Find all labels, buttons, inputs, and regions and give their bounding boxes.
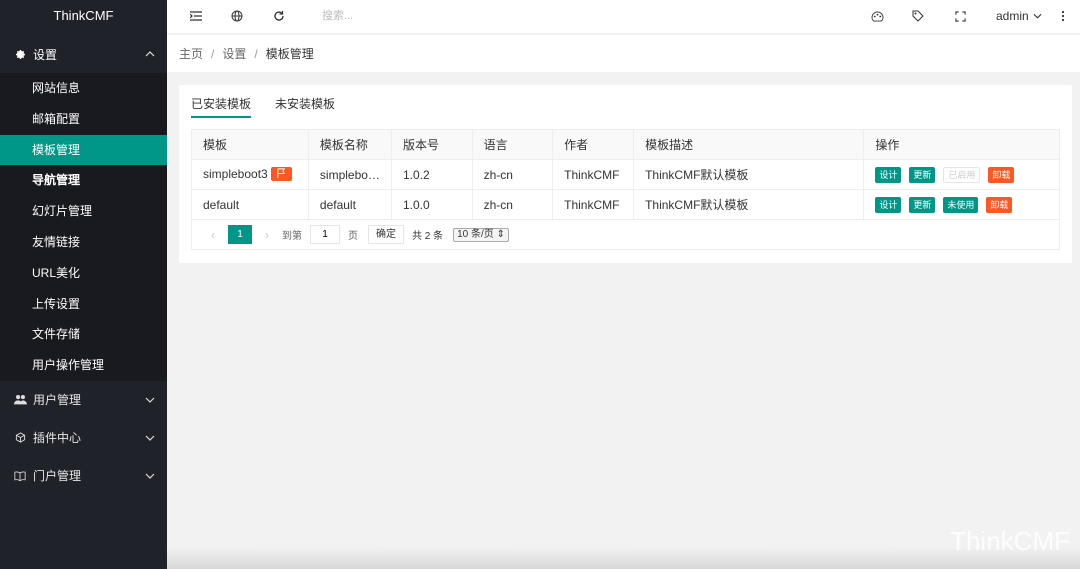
sidebar-item-upload[interactable]: 上传设置: [0, 289, 167, 320]
cell-name: simplebo…: [307, 159, 392, 190]
sidebar-item-templates[interactable]: 模板管理: [0, 134, 167, 166]
users-icon: [13, 393, 27, 407]
design-button[interactable]: 设计: [875, 196, 902, 213]
sidebar-group-plugins[interactable]: 插件中心: [0, 419, 167, 457]
tab-not-installed[interactable]: 未安装模板: [275, 85, 335, 118]
chevron-down-icon: [145, 471, 155, 481]
uninstall-button[interactable]: 卸载: [986, 196, 1013, 213]
column-header: 模板: [191, 129, 309, 160]
update-button[interactable]: 更新: [909, 166, 936, 183]
chevron-down-icon: [1033, 13, 1042, 19]
goto-page-input[interactable]: [310, 225, 340, 244]
column-header: 模板描述: [633, 129, 865, 160]
gear-icon: [13, 47, 27, 61]
uninstall-button[interactable]: 卸载: [988, 166, 1015, 183]
template-table: 模板 模板名称 版本号 语言 作者 模板描述 操作 simpleboot3 si…: [191, 129, 1060, 220]
breadcrumb-separator: /: [211, 46, 215, 61]
next-page-icon[interactable]: ›: [258, 228, 276, 242]
update-button[interactable]: 更新: [909, 196, 936, 213]
username: admin: [996, 9, 1029, 23]
search-input[interactable]: [322, 9, 522, 23]
column-header: 操作: [863, 129, 1060, 160]
breadcrumb-current: 模板管理: [265, 47, 314, 61]
breadcrumb-home[interactable]: 主页: [179, 45, 203, 62]
column-header: 模板名称: [307, 129, 392, 160]
cell-author: ThinkCMF: [552, 159, 635, 190]
sidebar: ThinkCMF 设置 网站信息 邮箱配置 模板管理 导航管理 幻灯片管理 友情…: [0, 0, 167, 569]
sidebar-item-mail[interactable]: 邮箱配置: [0, 104, 167, 135]
sidebar-group-users[interactable]: 用户管理: [0, 381, 167, 419]
cell-lang: zh-cn: [471, 159, 554, 190]
tab-installed[interactable]: 已安装模板: [191, 85, 252, 118]
sidebar-group-label: 设置: [33, 47, 58, 62]
refresh-icon[interactable]: [272, 9, 286, 23]
bottom-shadow: [167, 547, 1080, 569]
column-header: 版本号: [390, 129, 473, 160]
breadcrumb-separator: /: [254, 46, 258, 61]
page-unit: 页: [348, 231, 358, 242]
more-icon[interactable]: [1056, 9, 1070, 23]
sidebar-group-settings[interactable]: 设置: [0, 35, 167, 73]
sidebar-group-label: 门户管理: [33, 469, 82, 484]
table-header-row: 模板 模板名称 版本号 语言 作者 模板描述 操作: [191, 129, 1060, 160]
design-button[interactable]: 设计: [875, 166, 902, 183]
cell-lang: zh-cn: [471, 189, 554, 220]
cell-version: 1.0.2: [390, 159, 473, 190]
prev-page-icon[interactable]: ‹: [204, 228, 222, 242]
top-header: admin: [167, 0, 1080, 34]
cell-template: default: [191, 189, 309, 220]
page-size-select[interactable]: 10 条/页 ⇕: [453, 227, 509, 242]
cell-actions: 设计 更新 已启用 卸载: [863, 159, 1060, 190]
column-header: 作者: [552, 129, 635, 160]
cell-version: 1.0.0: [390, 189, 473, 220]
enabled-button[interactable]: 已启用: [943, 166, 981, 183]
chevron-down-icon: [145, 395, 155, 405]
template-id: simpleboot3: [203, 167, 268, 182]
page-current[interactable]: 1: [228, 225, 252, 244]
user-menu[interactable]: admin: [996, 9, 1042, 23]
menu-toggle-icon[interactable]: [189, 9, 203, 23]
breadcrumb-settings[interactable]: 设置: [222, 45, 246, 62]
app-logo[interactable]: ThinkCMF: [0, 0, 167, 35]
theme-icon[interactable]: [870, 9, 884, 23]
template-card: 已安装模板 未安装模板 模板 模板名称 版本号 语言 作者 模板描述 操作 si…: [179, 85, 1072, 263]
table-row: simpleboot3 simplebo… 1.0.2 zh-cn ThinkC…: [191, 159, 1060, 190]
cell-actions: 设计 更新 未使用 卸载: [863, 189, 1060, 220]
pagination: ‹ 1 › 到第 页 确定 共 2 条 10 条/页 ⇕: [191, 220, 1060, 250]
sidebar-item-storage[interactable]: 文件存储: [0, 319, 167, 350]
sidebar-item-site-info[interactable]: 网站信息: [0, 73, 167, 104]
sidebar-item-links[interactable]: 友情链接: [0, 227, 167, 258]
confirm-button[interactable]: 确定: [368, 225, 404, 244]
cell-author: ThinkCMF: [552, 189, 635, 220]
flag-icon: [270, 166, 292, 181]
cell-desc: ThinkCMF默认模板: [633, 159, 865, 190]
fullscreen-icon[interactable]: [953, 9, 967, 23]
sidebar-group-portal[interactable]: 门户管理: [0, 457, 167, 495]
enable-button[interactable]: 未使用: [943, 196, 979, 213]
total-count: 共 2 条: [412, 231, 444, 242]
tag-icon[interactable]: [911, 9, 925, 23]
tab-bar: 已安装模板 未安装模板: [191, 85, 359, 118]
cell-name: default: [307, 189, 392, 220]
table-row: default default 1.0.0 zh-cn ThinkCMF Thi…: [191, 189, 1060, 220]
globe-icon[interactable]: [230, 9, 244, 23]
plugin-icon: [13, 431, 27, 445]
watermark: ThinkCMF: [950, 526, 1070, 556]
cell-desc: ThinkCMF默认模板: [633, 189, 865, 220]
column-header: 语言: [471, 129, 554, 160]
chevron-up-icon: [145, 49, 155, 59]
breadcrumb: 主页 / 设置 / 模板管理: [167, 35, 1080, 73]
chevron-down-icon: [145, 433, 155, 443]
sidebar-submenu-settings: 网站信息 邮箱配置 模板管理 导航管理 幻灯片管理 友情链接 URL美化 上传设…: [0, 73, 167, 381]
sidebar-group-label: 插件中心: [33, 431, 82, 446]
sidebar-item-url[interactable]: URL美化: [0, 258, 167, 289]
sidebar-group-label: 用户管理: [33, 393, 82, 408]
sidebar-item-user-actions[interactable]: 用户操作管理: [0, 350, 167, 381]
sidebar-item-navigation[interactable]: 导航管理: [0, 165, 167, 196]
goto-label: 到第: [282, 231, 302, 242]
book-icon: [13, 469, 27, 483]
sidebar-item-slides[interactable]: 幻灯片管理: [0, 196, 167, 227]
cell-template: simpleboot3: [191, 159, 309, 190]
page-size-value: 10 条/页: [457, 228, 494, 240]
